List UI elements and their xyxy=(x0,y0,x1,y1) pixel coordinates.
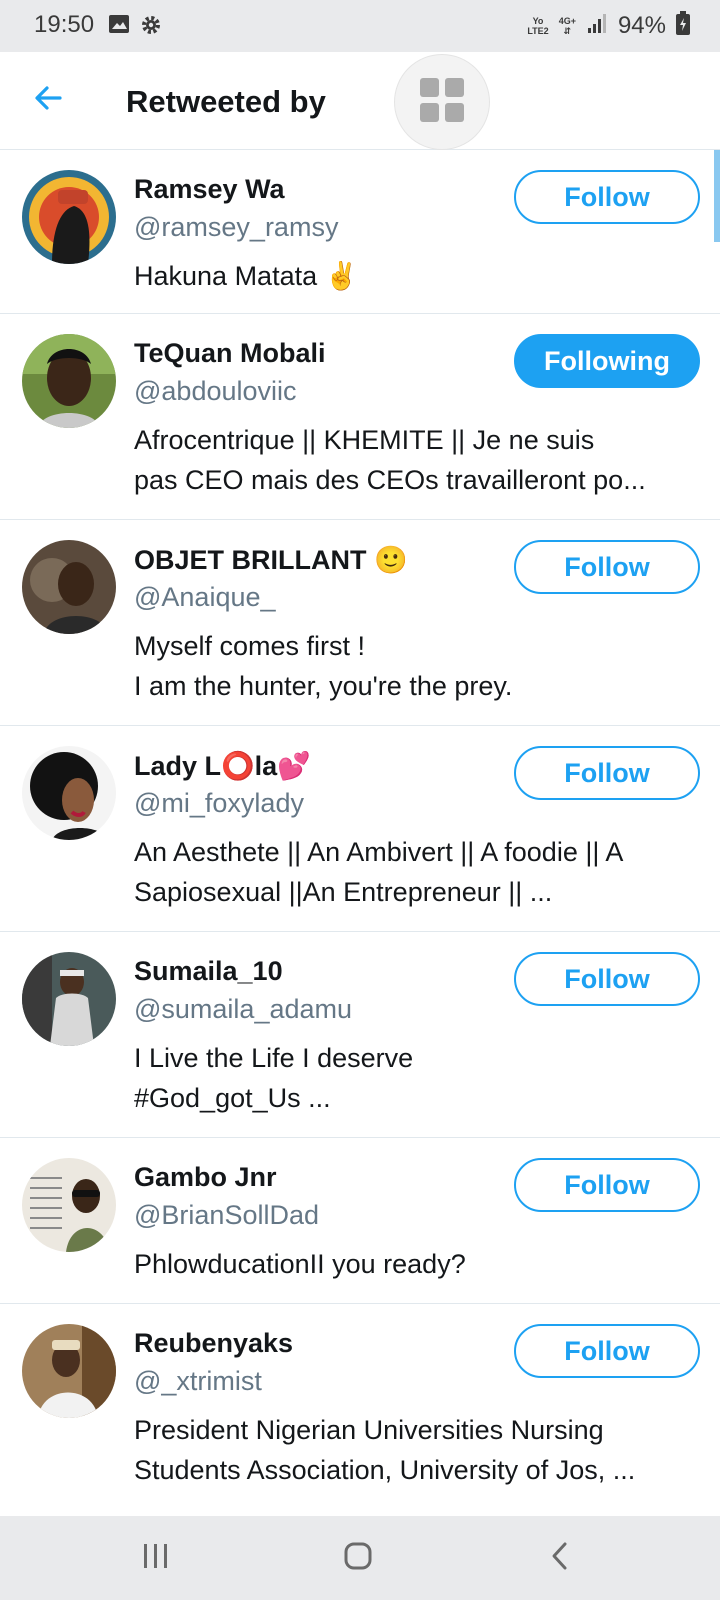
navigation-bar xyxy=(0,1516,720,1600)
user-name[interactable]: Lady L⭕la💕 xyxy=(134,750,311,782)
recents-icon xyxy=(141,1542,171,1575)
avatar[interactable] xyxy=(22,170,116,264)
grid-icon xyxy=(419,77,465,128)
user-handle: @_xtrimist xyxy=(134,1366,262,1396)
avatar[interactable] xyxy=(22,1158,116,1252)
user-bio: Hakuna Matata ✌️ xyxy=(134,261,359,291)
data-indicator: 4G+ ⇵ xyxy=(558,15,576,36)
user-list: Ramsey Wa @ramsey_ramsy Hakuna Matata ✌️… xyxy=(0,150,720,1518)
avatar[interactable] xyxy=(22,952,116,1046)
home-icon xyxy=(343,1541,373,1576)
list-item[interactable]: OBJET BRILLANT 🙂 @Anaique_ Myself comes … xyxy=(0,520,720,726)
list-item[interactable]: TeQuan Mobali @abdouloviic Afrocentrique… xyxy=(0,314,720,520)
user-name[interactable]: Gambo Jnr xyxy=(134,1162,277,1193)
settings-icon xyxy=(140,14,162,41)
user-name[interactable]: TeQuan Mobali xyxy=(134,338,326,369)
recents-button[interactable] xyxy=(134,1536,178,1580)
back-chevron-icon xyxy=(548,1541,572,1576)
follow-button[interactable]: Follow xyxy=(514,170,700,224)
user-bio: PhlowducationII you ready? xyxy=(134,1249,466,1279)
user-bio: President Nigerian Universities Nursing … xyxy=(134,1415,636,1485)
avatar[interactable] xyxy=(22,746,116,840)
back-nav-button[interactable] xyxy=(538,1536,582,1580)
user-handle: @BrianSollDad xyxy=(134,1200,319,1230)
user-bio: Afrocentrique || KHEMITE || Je ne suis p… xyxy=(134,425,646,495)
battery-icon xyxy=(676,11,690,40)
user-name[interactable]: Ramsey Wa xyxy=(134,174,285,205)
signal-icon xyxy=(586,12,608,39)
header: Retweeted by xyxy=(0,52,720,150)
user-name[interactable]: Sumaila_10 xyxy=(134,956,283,987)
grid-button[interactable] xyxy=(394,54,490,150)
follow-button[interactable]: Follow xyxy=(514,1158,700,1212)
user-bio: Myself comes first ! I am the hunter, yo… xyxy=(134,631,513,701)
avatar[interactable] xyxy=(22,1324,116,1418)
follow-button[interactable]: Follow xyxy=(514,540,700,594)
user-handle: @mi_foxylady xyxy=(134,788,304,818)
user-handle: @sumaila_adamu xyxy=(134,994,353,1024)
user-name[interactable]: Reubenyaks xyxy=(134,1328,293,1359)
list-item[interactable]: Lady L⭕la💕 @mi_foxylady An Aesthete || A… xyxy=(0,726,720,932)
user-handle: @abdouloviic xyxy=(134,376,297,406)
network-label: Yo LTE2 xyxy=(527,15,549,36)
user-bio: An Aesthete || An Ambivert || A foodie |… xyxy=(134,837,624,907)
gallery-icon xyxy=(108,14,130,39)
back-button[interactable] xyxy=(28,80,68,120)
home-button[interactable] xyxy=(336,1536,380,1580)
list-item[interactable]: Reubenyaks @_xtrimist President Nigerian… xyxy=(0,1304,720,1518)
follow-button[interactable]: Follow xyxy=(514,952,700,1006)
page-title: Retweeted by xyxy=(126,84,326,119)
avatar[interactable] xyxy=(22,540,116,634)
scrollbar[interactable] xyxy=(714,150,720,242)
list-item[interactable]: Sumaila_10 @sumaila_adamu I Live the Lif… xyxy=(0,932,720,1138)
user-handle: @Anaique_ xyxy=(134,582,276,612)
battery-percent: 94% xyxy=(617,11,666,39)
status-time: 19:50 xyxy=(34,11,95,38)
user-name[interactable]: OBJET BRILLANT 🙂 xyxy=(134,544,408,576)
following-button[interactable]: Following xyxy=(514,334,700,388)
user-handle: @ramsey_ramsy xyxy=(134,212,339,242)
user-bio: I Live the Life I deserve #God_got_Us ..… xyxy=(134,1043,414,1113)
list-item[interactable]: Gambo Jnr @BrianSollDad PhlowducationII … xyxy=(0,1138,720,1304)
avatar[interactable] xyxy=(22,334,116,428)
status-right: Yo LTE2 4G+ ⇵ 94% xyxy=(527,11,690,40)
arrow-left-icon xyxy=(32,82,64,119)
status-bar: 19:50 Yo LTE2 4G+ ⇵ 94% xyxy=(0,0,720,52)
list-item[interactable]: Ramsey Wa @ramsey_ramsy Hakuna Matata ✌️… xyxy=(0,150,720,314)
follow-button[interactable]: Follow xyxy=(514,1324,700,1378)
follow-button[interactable]: Follow xyxy=(514,746,700,800)
